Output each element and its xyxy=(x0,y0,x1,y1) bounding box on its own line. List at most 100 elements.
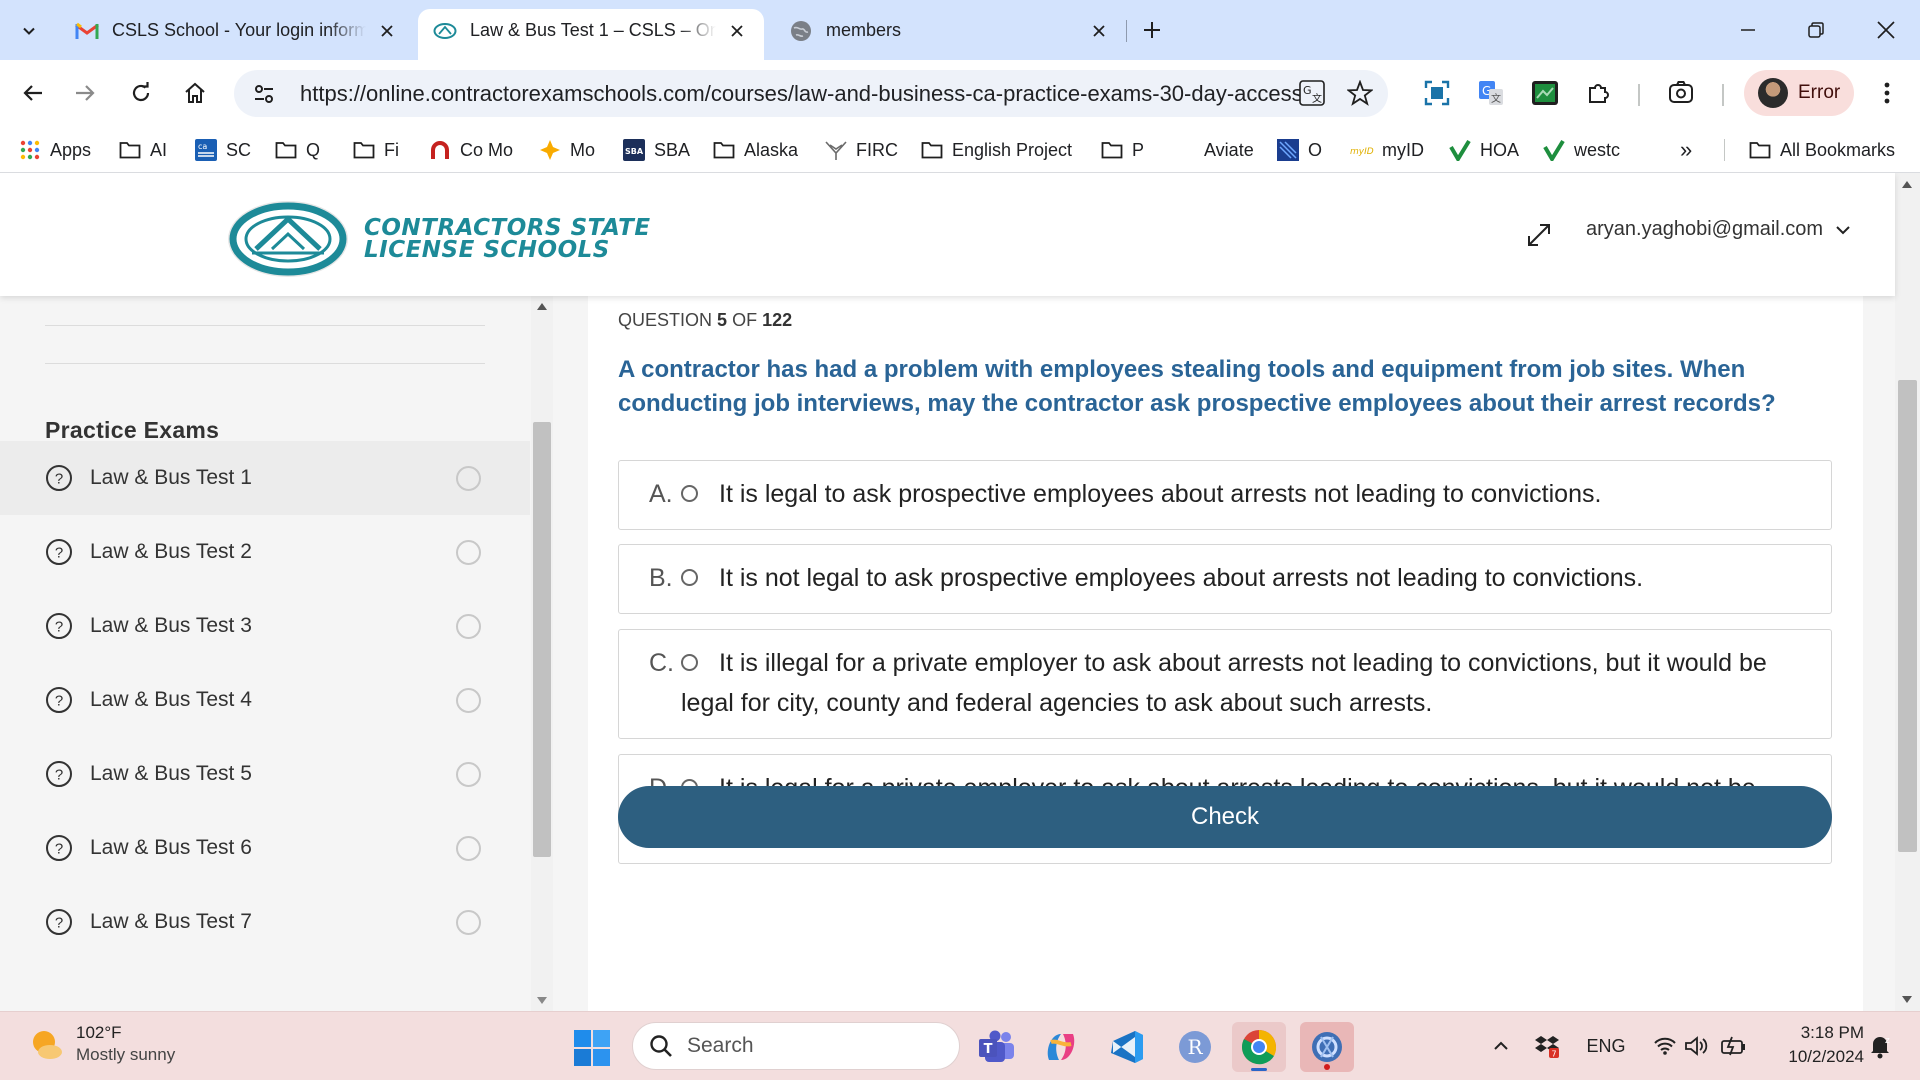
address-bar[interactable]: https://online.contractorexamschools.com… xyxy=(234,70,1388,117)
taskbar-chrome[interactable] xyxy=(1232,1022,1286,1072)
radio-button[interactable] xyxy=(681,484,698,502)
lesson-item-3[interactable]: ? Law & Bus Test 3 xyxy=(0,589,530,663)
lesson-item-4[interactable]: ? Law & Bus Test 4 xyxy=(0,663,530,737)
volume-icon[interactable] xyxy=(1680,1030,1714,1062)
screen-recorder-extension-icon[interactable] xyxy=(1524,72,1566,114)
url-text[interactable]: https://online.contractorexamschools.com… xyxy=(300,81,1300,107)
clock-date: 10/2/2024 xyxy=(1788,1047,1864,1066)
google-translate-extension-icon[interactable]: G文 xyxy=(1470,72,1512,114)
answer-choice-b[interactable]: B. It is not legal to ask prospective em… xyxy=(618,544,1832,614)
bookmarks-overflow-button[interactable]: » xyxy=(1680,136,1692,164)
question-circle-icon: ? xyxy=(46,539,72,565)
tab-law-bus-test[interactable]: Law & Bus Test 1 – CSLS – Online xyxy=(418,9,764,60)
bookmark-aviate[interactable]: Aviate xyxy=(1204,136,1254,164)
weather-widget[interactable]: 102°F Mostly sunny xyxy=(28,1022,175,1066)
bookmark-folder-english-project[interactable]: English Project xyxy=(920,136,1072,164)
search-placeholder: Search xyxy=(687,1034,754,1057)
answer-choice-a[interactable]: A. It is legal to ask prospective employ… xyxy=(618,460,1832,530)
system-clock[interactable]: 3:18 PM 10/2/2024 xyxy=(1766,1021,1864,1069)
show-hidden-icons-button[interactable] xyxy=(1486,1030,1516,1062)
reload-button[interactable] xyxy=(120,72,162,114)
scrollbar-thumb[interactable] xyxy=(533,422,551,857)
back-button[interactable] xyxy=(12,72,54,114)
bookmark-sba[interactable]: SBA SBA xyxy=(622,136,690,164)
user-account-menu[interactable]: aryan.yaghobi@gmail.com xyxy=(1586,218,1851,241)
taskbar-copilot[interactable] xyxy=(1034,1022,1088,1072)
bookmark-mo[interactable]: Mo xyxy=(538,136,595,164)
sidebar-scrollbar[interactable] xyxy=(531,296,553,1011)
tab-members[interactable]: members xyxy=(774,9,1126,60)
taskbar-search-box[interactable]: Search xyxy=(632,1022,960,1070)
fullscreen-toggle-button[interactable] xyxy=(1523,219,1555,251)
bookmark-firc[interactable]: FIRC xyxy=(824,136,898,164)
scrollbar-thumb[interactable] xyxy=(1898,380,1917,852)
close-icon[interactable] xyxy=(1086,18,1112,44)
tab-search-button[interactable] xyxy=(10,12,48,50)
taskbar-teams[interactable]: T xyxy=(970,1022,1024,1072)
bookmark-sc[interactable]: ca SC xyxy=(194,136,251,164)
scroll-up-arrow-icon[interactable] xyxy=(1902,181,1912,188)
close-window-button[interactable] xyxy=(1860,8,1912,52)
taskbar-vscode[interactable] xyxy=(1100,1022,1154,1072)
bookmark-star-icon[interactable] xyxy=(1340,73,1380,113)
folder-icon xyxy=(712,138,736,162)
bookmark-folder-p[interactable]: P xyxy=(1100,136,1144,164)
completion-status-circle xyxy=(456,465,481,491)
scroll-down-arrow-icon[interactable] xyxy=(1902,996,1912,1003)
lesson-item-1[interactable]: ? Law & Bus Test 1 xyxy=(0,441,530,515)
taskbar-r-app[interactable]: R xyxy=(1168,1022,1222,1072)
close-icon[interactable] xyxy=(374,18,400,44)
bookmark-hoa[interactable]: HOA xyxy=(1448,136,1519,164)
screen-capture-extension-icon[interactable] xyxy=(1416,72,1458,114)
bookmark-folder-alaska[interactable]: Alaska xyxy=(712,136,798,164)
total-questions: 122 xyxy=(762,310,793,330)
scroll-down-arrow-icon[interactable] xyxy=(537,997,547,1004)
bookmark-o[interactable]: O xyxy=(1276,136,1322,164)
bookmark-myid[interactable]: myID myID xyxy=(1350,136,1424,164)
scroll-up-arrow-icon[interactable] xyxy=(537,303,547,310)
restore-button[interactable] xyxy=(1790,8,1842,52)
battery-charging-icon[interactable] xyxy=(1716,1030,1752,1062)
lesson-item-6[interactable]: ? Law & Bus Test 6 xyxy=(0,811,530,885)
close-icon[interactable] xyxy=(724,18,750,44)
radio-button[interactable] xyxy=(681,653,698,671)
site-info-icon[interactable] xyxy=(244,74,284,114)
bookmark-folder-ai[interactable]: AI xyxy=(118,136,167,164)
chrome-icon xyxy=(1242,1030,1277,1065)
start-button[interactable] xyxy=(573,1029,611,1067)
wifi-icon[interactable] xyxy=(1648,1030,1682,1062)
dropbox-tray-icon[interactable]: 7 xyxy=(1530,1030,1564,1062)
bookmark-folder-fi[interactable]: Fi xyxy=(352,136,399,164)
bookmark-apps[interactable]: Apps xyxy=(18,136,91,164)
choice-letter: B. xyxy=(649,564,673,592)
home-button[interactable] xyxy=(174,72,216,114)
forward-button[interactable] xyxy=(64,72,106,114)
bookmark-westc[interactable]: westc xyxy=(1542,136,1620,164)
translate-icon[interactable]: G文 xyxy=(1292,73,1332,113)
svg-text:T: T xyxy=(984,1042,993,1057)
profile-button[interactable]: Error xyxy=(1744,70,1854,116)
all-bookmarks-button[interactable]: All Bookmarks xyxy=(1748,136,1895,164)
answer-choice-c[interactable]: C. It is illegal for a private employer … xyxy=(618,629,1832,739)
bookmark-como[interactable]: Co Mo xyxy=(428,136,513,164)
bookmark-folder-q[interactable]: Q xyxy=(274,136,320,164)
tab-login-info[interactable]: CSLS School - Your login information xyxy=(60,9,414,60)
lens-screenshot-icon[interactable] xyxy=(1660,72,1702,114)
extensions-puzzle-icon[interactable] xyxy=(1578,72,1620,114)
language-indicator[interactable]: ENG xyxy=(1578,1030,1634,1062)
svg-text:?: ? xyxy=(55,471,63,488)
check-answer-button[interactable]: Check xyxy=(618,786,1832,848)
new-tab-button[interactable] xyxy=(1134,12,1170,48)
notifications-button[interactable]: z xyxy=(1864,1030,1896,1062)
minimize-button[interactable] xyxy=(1722,8,1774,52)
lesson-item-7[interactable]: ? Law & Bus Test 7 xyxy=(0,885,530,959)
sun-cloud-icon xyxy=(33,1031,62,1059)
csls-logo[interactable]: CONTRACTORS STATE LICENSE SCHOOLS xyxy=(226,199,651,279)
radio-button[interactable] xyxy=(681,568,698,586)
lesson-item-2[interactable]: ? Law & Bus Test 2 xyxy=(0,515,530,589)
lesson-item-5[interactable]: ? Law & Bus Test 5 xyxy=(0,737,530,811)
taskbar-snipping-app[interactable] xyxy=(1300,1022,1354,1072)
browser-menu-button[interactable] xyxy=(1866,72,1908,114)
como-favicon-icon xyxy=(428,138,452,162)
page-scrollbar[interactable] xyxy=(1895,173,1920,1011)
